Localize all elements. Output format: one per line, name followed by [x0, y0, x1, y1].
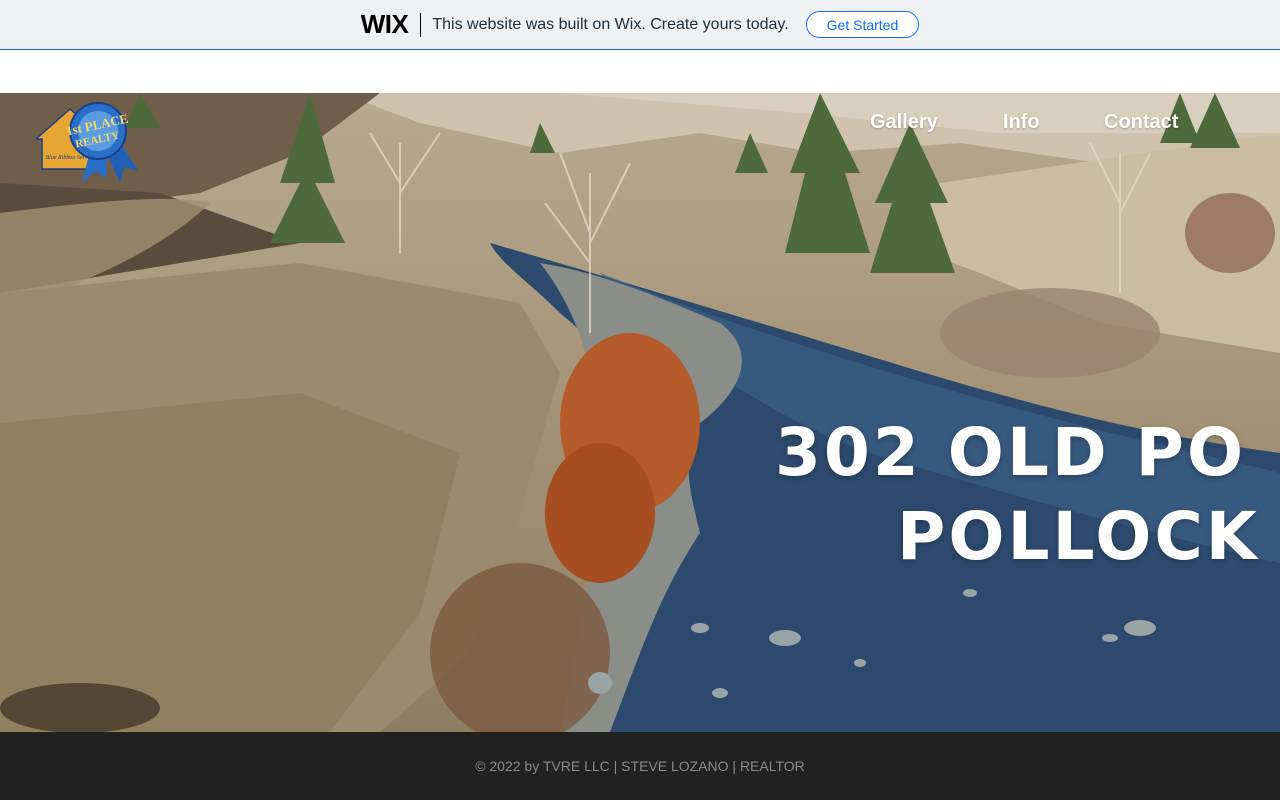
wix-banner: WIX This website was built on Wix. Creat… [0, 0, 1280, 50]
wix-logo[interactable]: WIX [361, 9, 409, 40]
hero-title-line2: POLLOCK [897, 498, 1260, 575]
footer-copyright: © 2022 by TVRE LLC | STEVE LOZANO | REAL… [475, 758, 805, 774]
nav-info[interactable]: Info [1003, 111, 1040, 134]
svg-text:Blue Ribbon Service: Blue Ribbon Service [46, 155, 95, 161]
wix-banner-message: This website was built on Wix. Create yo… [432, 15, 789, 33]
hero-title-line1: 302 OLD PO [775, 414, 1247, 491]
wix-divider [420, 12, 422, 37]
get-started-button[interactable]: Get Started [805, 11, 920, 38]
site-footer: © 2022 by TVRE LLC | STEVE LOZANO | REAL… [0, 732, 1280, 800]
nav-gallery[interactable]: Gallery [870, 111, 938, 134]
hero-title: 302 OLD PO POLLOCK [775, 411, 1260, 579]
nav-contact[interactable]: Contact [1104, 111, 1178, 134]
main-nav: Gallery Info Contact [0, 111, 1280, 141]
header-strip [0, 51, 1280, 93]
hero-section: 1st PLACE REALTY Blue Ribbon Service Gal… [0, 93, 1280, 732]
